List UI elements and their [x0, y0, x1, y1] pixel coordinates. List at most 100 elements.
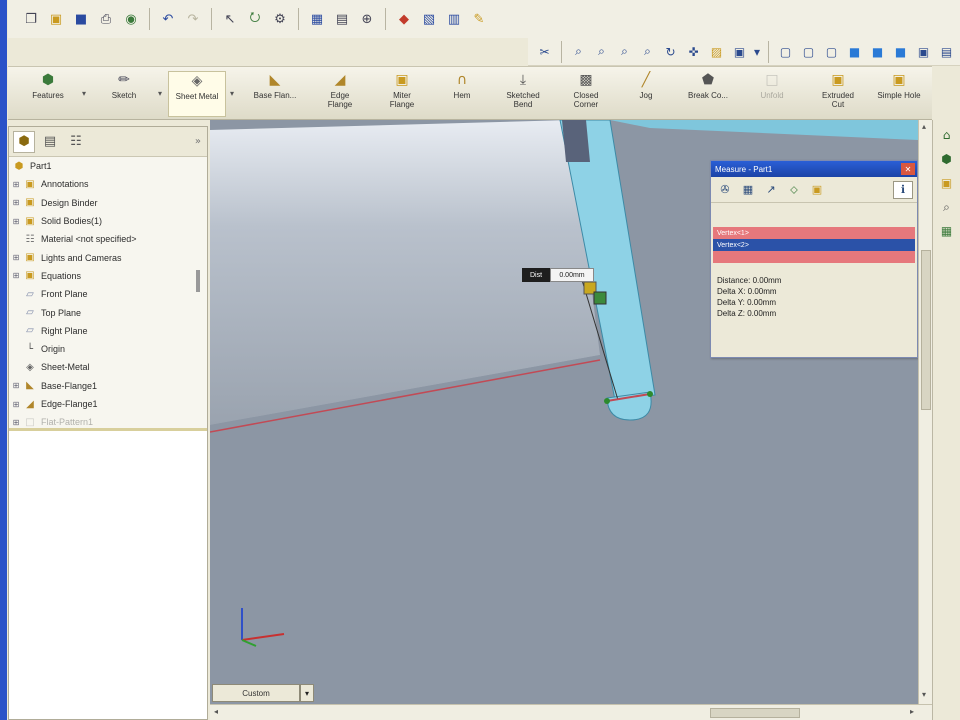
sketched-bend-button[interactable]: ⤓ Sketched Bend — [494, 71, 552, 117]
wireframe-icon[interactable]: ▢ — [775, 41, 796, 62]
tree-item-front-plane[interactable]: ▱ Front Plane — [9, 285, 207, 303]
sketch-button[interactable]: ✏ Sketch — [96, 71, 152, 117]
help-icon[interactable]: ◆ — [393, 8, 415, 30]
realview-icon[interactable]: ▤ — [936, 41, 957, 62]
expand-icon[interactable]: ⊞ — [9, 271, 23, 280]
selection-item[interactable]: Vertex<2> — [713, 239, 915, 251]
selection-item[interactable]: Vertex<1> — [713, 227, 915, 239]
resources-icon[interactable]: ⌂ — [937, 126, 957, 144]
pan-icon[interactable]: ✜ — [683, 41, 704, 62]
unfold-button[interactable]: □ Unfold — [744, 71, 800, 117]
open-icon[interactable]: ▣ — [45, 8, 67, 30]
arc-circle-measure-icon[interactable]: ✇ — [715, 181, 735, 199]
configuration-tab-icon[interactable]: ☷ — [65, 131, 87, 153]
expand-icon[interactable]: ⊞ — [9, 400, 23, 409]
new-icon[interactable]: ❐ — [20, 8, 42, 30]
feature-tree-tab-icon[interactable]: ⬢ — [13, 130, 35, 153]
previous-view-icon[interactable]: ⌕ — [614, 41, 635, 62]
view-palette-icon[interactable]: ▦ — [937, 222, 957, 240]
appearance-icon[interactable]: ▦ — [306, 8, 328, 30]
jog-button[interactable]: ╱ Jog — [622, 71, 670, 117]
zoom-in-out-icon[interactable]: ⌕ — [637, 41, 658, 62]
highlighter-icon[interactable]: ✎ — [468, 8, 490, 30]
hidden-lines-icon[interactable]: ▢ — [798, 41, 819, 62]
closed-corner-button[interactable]: ▩ Closed Corner — [558, 71, 614, 117]
tree-item-top-plane[interactable]: ▱ Top Plane — [9, 303, 207, 321]
expand-icon[interactable]: ⊞ — [9, 418, 23, 427]
collapse-icon[interactable]: » — [195, 136, 201, 147]
chevron-down-icon[interactable]: ▾ — [82, 89, 86, 98]
rotate-icon[interactable]: ↻ — [660, 41, 681, 62]
perspective-icon[interactable]: ■ — [890, 41, 911, 62]
base-flange-button[interactable]: ◣ Base Flan... — [246, 71, 304, 117]
rebuild-icon[interactable]: ⭮ — [244, 8, 266, 30]
print-icon[interactable]: ⎙ — [95, 8, 117, 30]
scroll-left-icon[interactable]: ◂ — [214, 707, 218, 716]
expand-icon[interactable]: ⊞ — [9, 180, 23, 189]
vertical-scrollbar[interactable]: ▴ ▾ — [918, 120, 932, 704]
undo-icon[interactable]: ↶ — [157, 8, 179, 30]
shaded-edges-icon[interactable]: ▢ — [821, 41, 842, 62]
tree-item-sheet-metal[interactable]: ◈ Sheet-Metal — [9, 358, 207, 376]
measure-icon[interactable]: ✂ — [534, 41, 555, 62]
tree-item-right-plane[interactable]: ▱ Right Plane — [9, 322, 207, 340]
horizontal-scrollbar[interactable]: ◂ ▸ — [210, 704, 932, 720]
chevron-down-icon[interactable]: ▾ — [230, 89, 234, 98]
scrollbar-thumb[interactable] — [921, 250, 931, 410]
tree-item-origin[interactable]: └ Origin — [9, 340, 207, 358]
units-icon[interactable]: ▦ — [738, 181, 758, 199]
help-icon[interactable]: ℹ — [893, 180, 913, 199]
break-corner-button[interactable]: ⬟ Break Co... — [676, 71, 740, 117]
tree-item-annotations[interactable]: ⊞ ▣ Annotations — [9, 175, 207, 193]
tree-root[interactable]: ⬢ Part1 — [9, 157, 207, 175]
redo-icon[interactable]: ↷ — [182, 8, 204, 30]
view-orientation-icon[interactable]: ▤ — [331, 8, 353, 30]
display-icon[interactable]: ▧ — [418, 8, 440, 30]
tree-item-lights-cameras[interactable]: ⊞ ▣ Lights and Cameras — [9, 248, 207, 266]
simple-hole-button[interactable]: ▣ Simple Hole — [870, 71, 928, 117]
edge-flange-button[interactable]: ◢ Edge Flange — [312, 71, 368, 117]
standard-views-icon[interactable]: ▣ — [729, 41, 750, 62]
miter-flange-button[interactable]: ▣ Miter Flange — [374, 71, 430, 117]
chevron-down-icon[interactable]: ▾ — [300, 684, 314, 702]
extruded-cut-button[interactable]: ▣ Extruded Cut — [810, 71, 866, 117]
chevron-down-icon[interactable]: ▾ — [752, 41, 762, 62]
vertex-marker[interactable] — [604, 398, 610, 404]
hem-button[interactable]: ∩ Hem — [436, 71, 488, 117]
property-manager-tab-icon[interactable]: ▤ — [39, 131, 61, 153]
tree-item-base-flange[interactable]: ⊞ ◣ Base-Flange1 — [9, 377, 207, 395]
search-icon[interactable]: ⌕ — [937, 198, 957, 216]
scroll-down-icon[interactable]: ▾ — [922, 690, 926, 699]
scrollbar-thumb[interactable] — [710, 708, 800, 718]
zoom-to-fit-icon[interactable]: ⌕ — [568, 41, 589, 62]
options-icon[interactable]: ⚙ — [269, 8, 291, 30]
expand-icon[interactable]: ⊞ — [9, 217, 23, 226]
zoom-icon[interactable]: ⊕ — [356, 8, 378, 30]
select-icon[interactable]: ↖ — [219, 8, 241, 30]
design-library-icon[interactable]: ⬢ — [937, 150, 957, 168]
tree-item-equations[interactable]: ⊞ ▣ Equations — [9, 267, 207, 285]
close-icon[interactable]: ✕ — [901, 163, 915, 175]
vertex-marker[interactable] — [647, 391, 653, 397]
tree-item-edge-flange[interactable]: ⊞ ◢ Edge-Flange1 — [9, 395, 207, 413]
shadows-icon[interactable]: ■ — [867, 41, 888, 62]
save-icon[interactable]: ■ — [70, 8, 92, 30]
scroll-up-icon[interactable]: ▴ — [922, 122, 926, 131]
scroll-right-icon[interactable]: ▸ — [910, 707, 914, 716]
panel-splitter[interactable] — [196, 270, 200, 292]
tree-item-solid-bodies[interactable]: ⊞ ▣ Solid Bodies(1) — [9, 212, 207, 230]
features-button[interactable]: ⬢ Features — [20, 71, 76, 117]
tree-item-design-binder[interactable]: ⊞ ▣ Design Binder — [9, 194, 207, 212]
window-icon[interactable]: ▥ — [443, 8, 465, 30]
tree-item-flat-pattern[interactable]: ⊞ □ Flat-Pattern1 — [9, 413, 207, 431]
show-xyz-icon[interactable]: ↗ — [761, 181, 781, 199]
chevron-down-icon[interactable]: ▾ — [158, 89, 162, 98]
point-to-point-icon[interactable]: ⬦ — [784, 181, 804, 199]
expand-icon[interactable]: ⊞ — [9, 381, 23, 390]
expand-icon[interactable]: ⊞ — [9, 253, 23, 262]
shaded-icon[interactable]: ■ — [844, 41, 865, 62]
zoom-to-area-icon[interactable]: ⌕ — [591, 41, 612, 62]
tree-item-material[interactable]: ☷ Material <not specified> — [9, 230, 207, 248]
sheet-metal-button[interactable]: ◈ Sheet Metal — [168, 71, 226, 117]
curvature-icon[interactable]: ▣ — [913, 41, 934, 62]
